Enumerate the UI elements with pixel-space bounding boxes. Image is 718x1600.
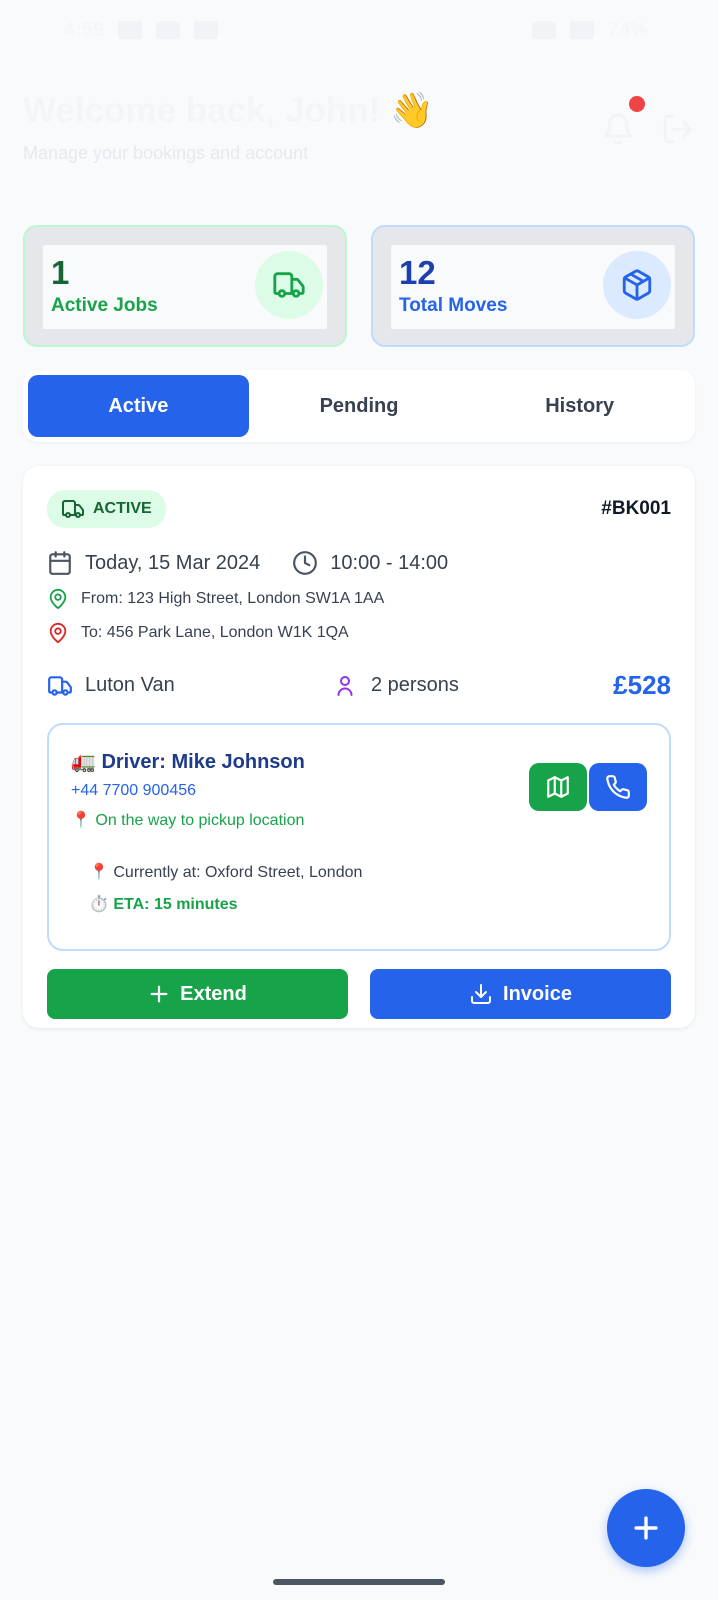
stats-row: 1 Active Jobs 12 Total Moves xyxy=(23,225,695,347)
notifications-button[interactable] xyxy=(601,96,645,146)
driver-status: 📍 On the way to pickup location xyxy=(71,812,305,829)
download-icon xyxy=(471,984,492,1004)
clock-icon xyxy=(293,551,318,575)
home-indicator[interactable] xyxy=(273,1579,445,1585)
booking-date-text: Today, 15 Mar 2024 xyxy=(85,551,261,574)
truck-icon xyxy=(48,675,72,696)
truck-icon xyxy=(62,500,84,518)
app-glyph-icon xyxy=(194,21,219,39)
signal-icon xyxy=(569,21,594,39)
booking-tabs: Active Pending History xyxy=(23,370,695,442)
stat-inner: 12 Total Moves xyxy=(391,245,675,329)
persons-count-text: 2 persons xyxy=(371,674,459,696)
track-map-button[interactable] xyxy=(529,763,587,811)
vehicle-type-text: Luton Van xyxy=(85,674,175,696)
truck-icon xyxy=(273,272,305,298)
phone-icon xyxy=(606,775,630,799)
booking-price: £528 xyxy=(613,670,671,700)
battery-level: 74% xyxy=(607,18,648,41)
extend-button-label: Extend xyxy=(180,982,247,1005)
user-icon xyxy=(337,675,353,696)
stat-icon-wrap xyxy=(603,251,671,319)
tab-history[interactable]: History xyxy=(469,375,690,437)
dropoff-address-text: To: 456 Park Lane, London W1K 1QA xyxy=(81,624,349,641)
booking-id: #BK001 xyxy=(601,498,671,519)
dropoff-address: To: 456 Park Lane, London W1K 1QA xyxy=(47,622,671,644)
driver-panel: 🚛 Driver: Mike Johnson +44 7700 900456 📍… xyxy=(47,723,671,951)
booking-schedule: Today, 15 Mar 2024 10:00 - 14:00 xyxy=(47,550,671,576)
pickup-address: From: 123 High Street, London SW1A 1AA xyxy=(47,588,671,610)
stat-card-active-jobs[interactable]: 1 Active Jobs xyxy=(23,225,347,347)
header-actions xyxy=(601,96,695,146)
notification-dot xyxy=(629,96,645,112)
map-icon xyxy=(547,776,569,798)
stat-card-total-moves[interactable]: 12 Total Moves xyxy=(371,225,695,347)
tab-active[interactable]: Active xyxy=(28,375,249,437)
stat-icon-wrap xyxy=(255,251,323,319)
status-time: 4:59 xyxy=(64,18,105,41)
status-badge-label: ACTIVE xyxy=(93,500,152,517)
status-bar: 4:59 74% xyxy=(0,0,718,60)
header: Welcome back, John! 👋 Manage your bookin… xyxy=(23,90,695,170)
plus-icon xyxy=(634,1516,658,1540)
status-bar-right: 74% xyxy=(531,18,648,42)
driver-actions xyxy=(529,763,647,811)
booking-date: Today, 15 Mar 2024 xyxy=(47,550,260,576)
new-booking-fab[interactable] xyxy=(607,1489,685,1567)
map-pin-icon xyxy=(49,622,67,644)
call-driver-button[interactable] xyxy=(589,763,647,811)
booking-time: 10:00 - 14:00 xyxy=(292,550,448,576)
box-icon xyxy=(622,269,652,301)
status-bar-left: 4:59 xyxy=(64,18,219,42)
map-pin-icon xyxy=(49,588,67,610)
booking-card: ACTIVE #BK001 Today, 15 Mar 2024 10:00 -… xyxy=(23,466,695,1028)
pickup-address-text: From: 123 High Street, London SW1A 1AA xyxy=(81,590,385,607)
plus-icon xyxy=(150,985,168,1003)
driver-current-location: 📍 Currently at: Oxford Street, London xyxy=(89,864,363,881)
logout-button[interactable] xyxy=(661,112,695,146)
welcome-title: Welcome back, John! 👋 xyxy=(23,91,434,130)
bell-icon xyxy=(603,113,633,145)
booking-time-text: 10:00 - 14:00 xyxy=(330,551,449,574)
driver-eta: ⏱️ ETA: 15 minutes xyxy=(89,896,238,913)
welcome-subtitle: Manage your bookings and account xyxy=(23,143,309,163)
extend-button[interactable]: Extend xyxy=(47,969,348,1019)
vehicle-type: Luton Van xyxy=(47,673,333,699)
persons-count: 2 persons xyxy=(333,674,613,698)
tab-pending[interactable]: Pending xyxy=(249,375,470,437)
booking-details: Luton Van 2 persons £528 xyxy=(47,670,671,701)
notification-glyph-icon xyxy=(118,21,143,39)
wifi-icon xyxy=(531,21,556,39)
invoice-button-label: Invoice xyxy=(503,982,572,1005)
booking-header: ACTIVE #BK001 xyxy=(47,490,671,528)
booking-actions: Extend Invoice xyxy=(47,969,671,1019)
invoice-button[interactable]: Invoice xyxy=(370,969,671,1019)
logout-icon xyxy=(663,114,693,144)
stat-inner: 1 Active Jobs xyxy=(43,245,327,329)
mail-glyph-icon xyxy=(156,21,181,39)
status-badge: ACTIVE xyxy=(47,490,166,528)
calendar-icon xyxy=(49,551,71,575)
